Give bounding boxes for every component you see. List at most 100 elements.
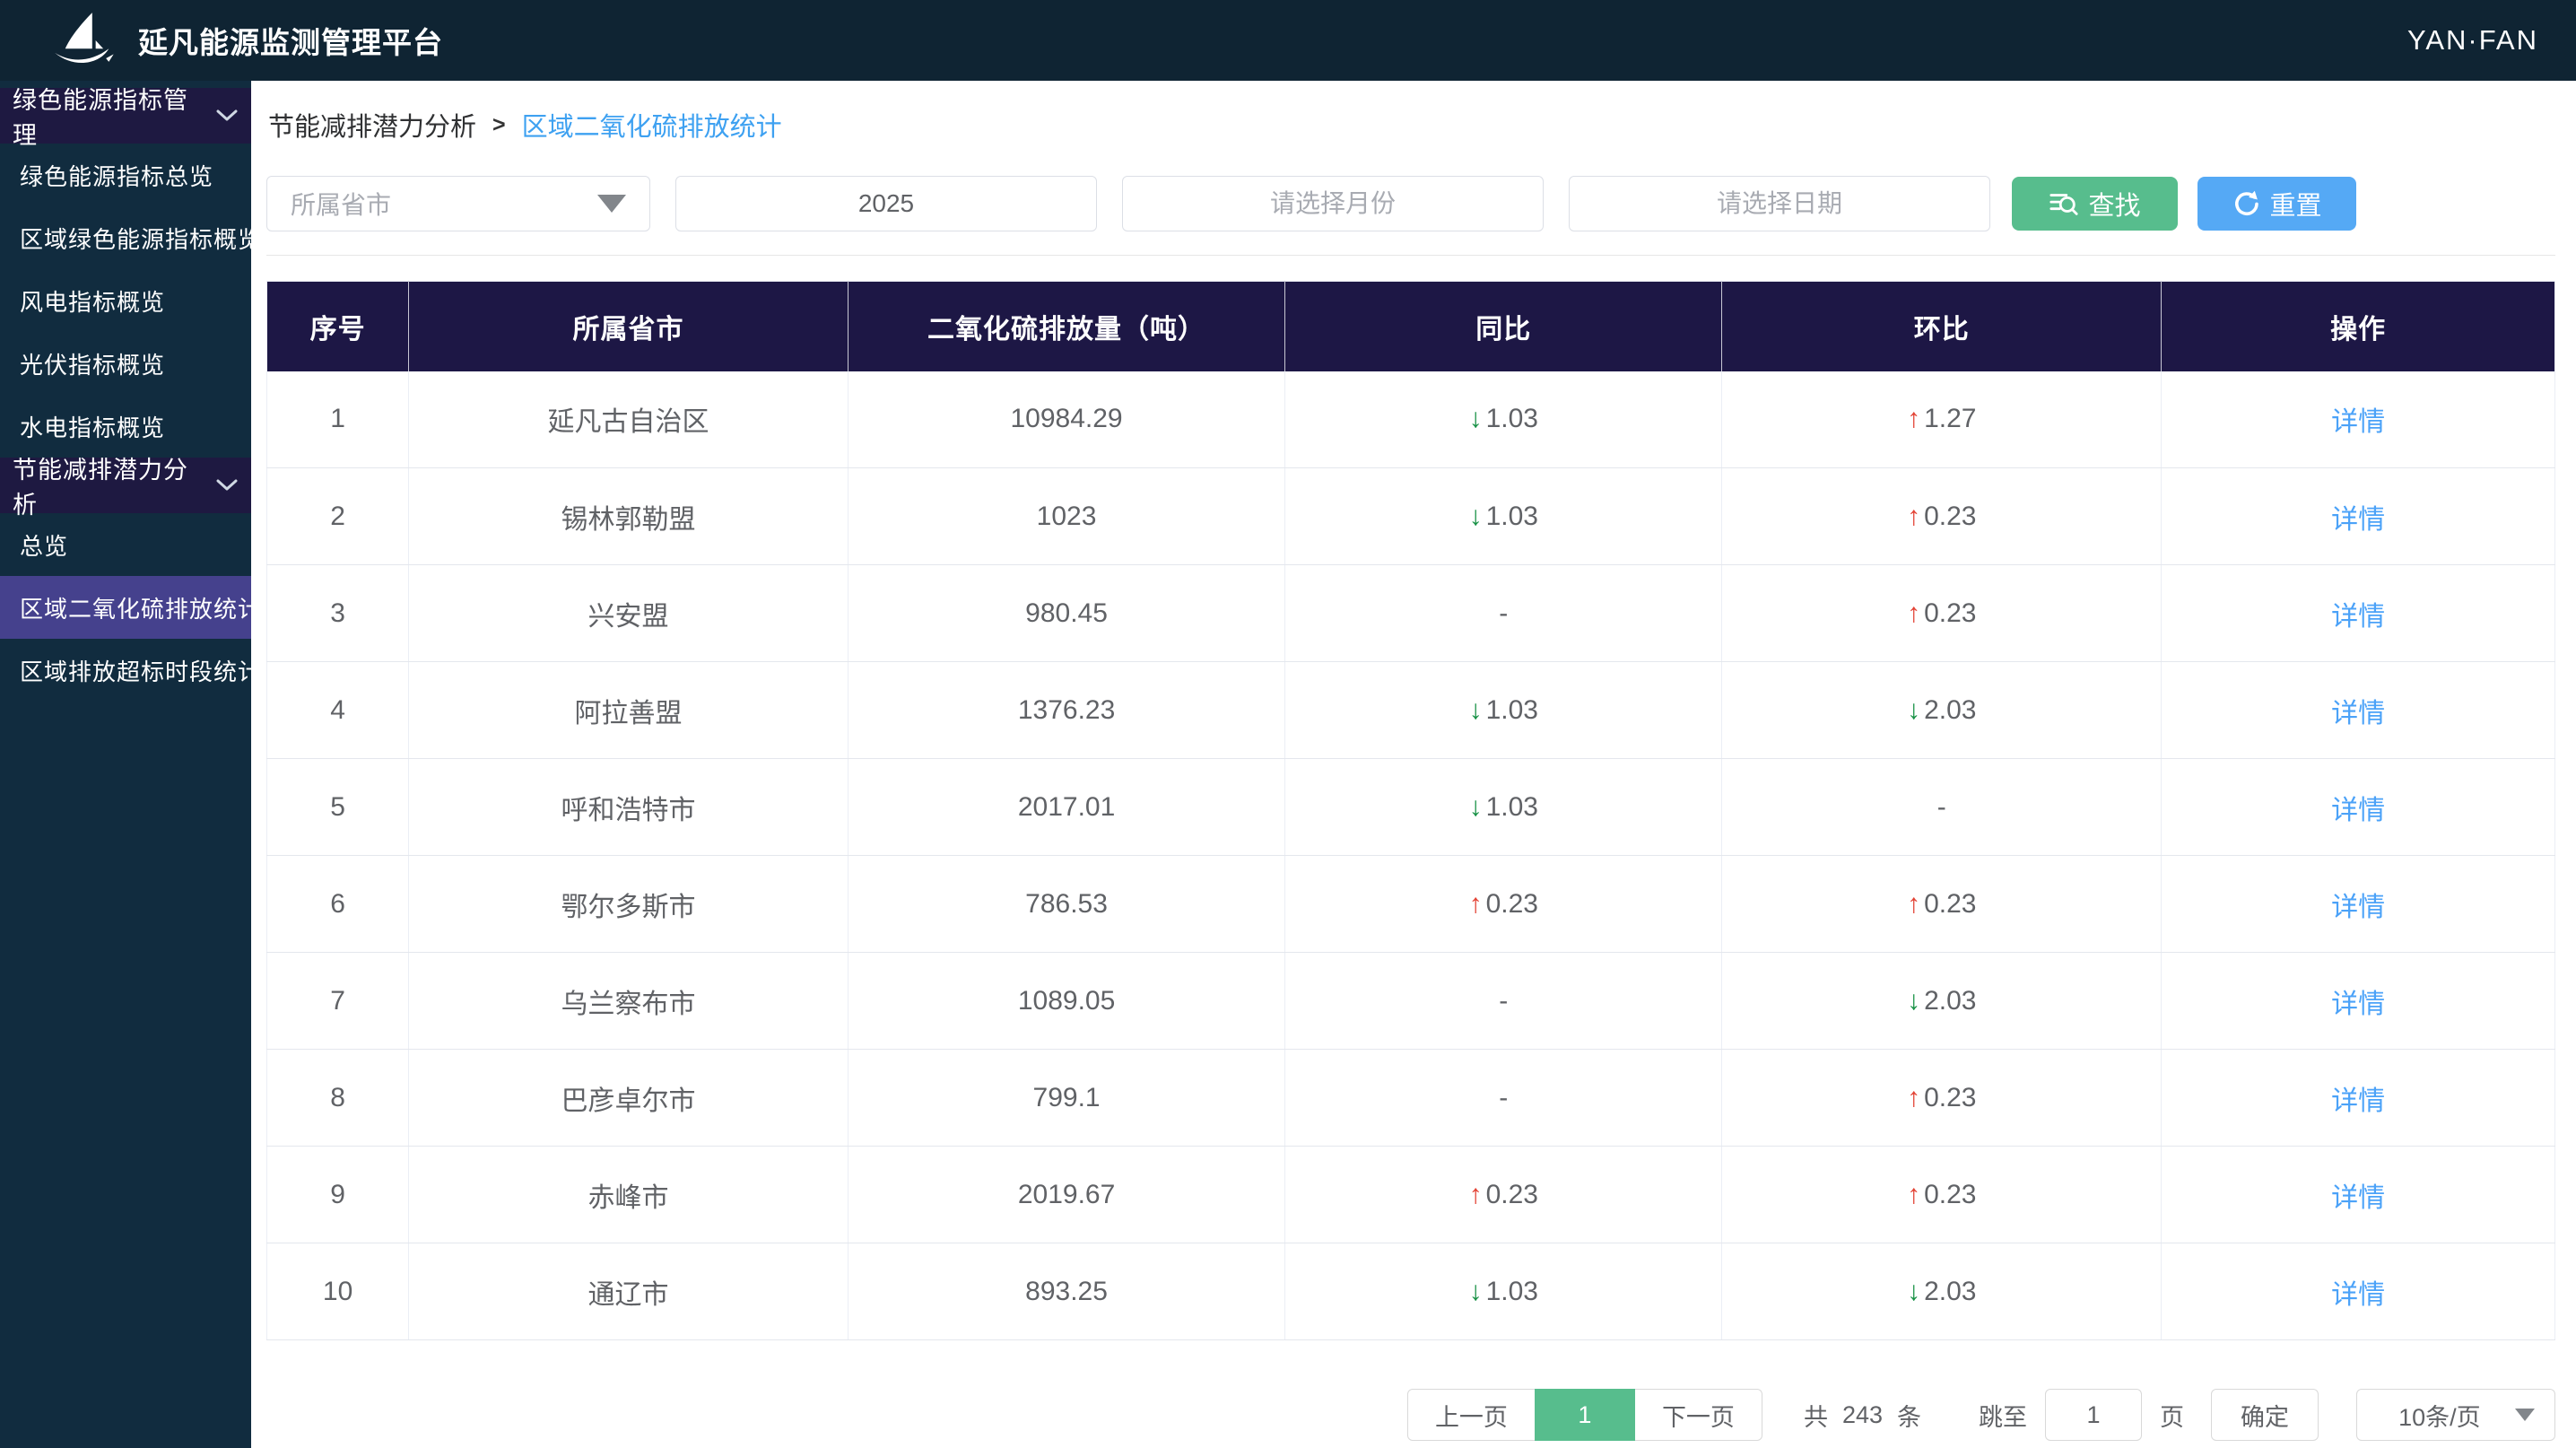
- row-yoy: ↓1.03: [1285, 371, 1722, 468]
- arrow-down-icon: ↓: [1469, 1277, 1483, 1306]
- detail-link[interactable]: 详情: [2331, 505, 2385, 535]
- detail-link[interactable]: 详情: [2331, 699, 2385, 728]
- chevron-down-icon: [215, 478, 239, 493]
- arrow-up-icon: ↑: [1907, 1180, 1920, 1209]
- column-header: 二氧化硫排放量（吨）: [848, 282, 1284, 371]
- sidebar-item[interactable]: 光伏指标概览: [0, 332, 251, 395]
- row-yoy: ↓1.03: [1285, 1243, 1722, 1340]
- arrow-down-icon: ↓: [1907, 695, 1920, 725]
- page-size-select[interactable]: 10条/页: [2356, 1389, 2555, 1441]
- row-yoy: ↑0.23: [1285, 1147, 1722, 1243]
- sidebar-item[interactable]: 区域二氧化硫排放统计: [0, 576, 251, 639]
- year-input[interactable]: [675, 176, 1097, 231]
- row-actions: 详情: [2162, 371, 2555, 468]
- arrow-down-icon: ↓: [1469, 695, 1483, 725]
- next-page-button[interactable]: 下一页: [1635, 1390, 1762, 1440]
- sidebar-item[interactable]: 绿色能源指标总览: [0, 144, 251, 206]
- breadcrumb-separator-icon: >: [492, 112, 506, 138]
- caret-down-icon: [597, 195, 626, 213]
- breadcrumb-current[interactable]: 区域二氧化硫排放统计: [522, 106, 782, 144]
- confirm-button[interactable]: 确定: [2211, 1389, 2319, 1441]
- date-input[interactable]: [1569, 176, 1990, 231]
- jump-label: 跳至: [1979, 1398, 2027, 1433]
- row-mom-value: 2.03: [1924, 695, 1976, 725]
- reset-button[interactable]: 重置: [2197, 177, 2356, 231]
- table-row: 7乌兰察布市1089.05-↓2.03详情: [267, 953, 2555, 1050]
- row-yoy: ↓1.03: [1285, 759, 1722, 856]
- row-mom: ↑0.23: [1722, 1050, 2162, 1147]
- row-index: 7: [267, 953, 409, 1050]
- row-yoy-value: 1.03: [1486, 695, 1538, 725]
- emissions-table: 序号所属省市二氧化硫排放量（吨）同比环比操作 1延凡古自治区10984.29↓1…: [266, 281, 2555, 1340]
- breadcrumb: 节能减排潜力分析 > 区域二氧化硫排放统计: [266, 106, 2555, 144]
- province-select[interactable]: 所属省市: [266, 176, 650, 231]
- pagination: 上一页 1 下一页 共 243 条 跳至 页 确定 10条/页: [266, 1389, 2555, 1441]
- prev-page-button[interactable]: 上一页: [1408, 1390, 1535, 1440]
- row-city: 巴彦卓尔市: [409, 1050, 849, 1147]
- row-index: 6: [267, 856, 409, 953]
- row-yoy: -: [1285, 1050, 1722, 1147]
- month-input[interactable]: [1122, 176, 1544, 231]
- arrow-up-icon: ↑: [1907, 598, 1920, 628]
- sidebar: 绿色能源指标管理绿色能源指标总览区域绿色能源指标概览风电指标概览光伏指标概览水电…: [0, 81, 251, 1448]
- column-header: 操作: [2162, 282, 2555, 371]
- table-row: 3兴安盟980.45-↑0.23详情: [267, 565, 2555, 662]
- sidebar-item[interactable]: 区域绿色能源指标概览: [0, 206, 251, 269]
- row-city: 延凡古自治区: [409, 371, 849, 468]
- row-mom-value: 0.23: [1924, 889, 1976, 919]
- sidebar-item[interactable]: 总览: [0, 513, 251, 576]
- detail-link[interactable]: 详情: [2331, 1280, 2385, 1310]
- arrow-up-icon: ↑: [1907, 1083, 1920, 1112]
- page-size-value: 10条/页: [2398, 1398, 2481, 1433]
- search-button[interactable]: 查找: [2012, 177, 2178, 231]
- row-city: 兴安盟: [409, 565, 849, 662]
- row-emission: 2019.67: [848, 1147, 1284, 1243]
- total-suffix-label: 条: [1897, 1398, 1921, 1433]
- row-yoy-value: 0.23: [1486, 889, 1538, 919]
- jump-page-input[interactable]: [2045, 1389, 2142, 1441]
- pager-group: 上一页 1 下一页: [1407, 1389, 1762, 1441]
- detail-link[interactable]: 详情: [2331, 1183, 2385, 1213]
- detail-link[interactable]: 详情: [2331, 602, 2385, 632]
- sidebar-section-header[interactable]: 节能减排潜力分析: [0, 458, 251, 513]
- row-mom: ↑0.23: [1722, 565, 2162, 662]
- province-select-placeholder: 所属省市: [291, 186, 391, 222]
- arrow-up-icon: ↑: [1907, 404, 1920, 433]
- row-city: 鄂尔多斯市: [409, 856, 849, 953]
- sidebar-section-label: 节能减排潜力分析: [13, 450, 201, 520]
- row-yoy-value: 1.03: [1486, 404, 1538, 433]
- sidebar-item-label: 区域二氧化硫排放统计: [20, 591, 262, 624]
- brand-text: YAN·FAN: [2407, 24, 2538, 57]
- table-row: 6鄂尔多斯市786.53↑0.23↑0.23详情: [267, 856, 2555, 953]
- detail-link[interactable]: 详情: [2331, 1086, 2385, 1116]
- arrow-down-icon: ↓: [1907, 1277, 1920, 1306]
- detail-link[interactable]: 详情: [2331, 990, 2385, 1019]
- detail-link[interactable]: 详情: [2331, 893, 2385, 922]
- row-yoy-value: 1.03: [1486, 1277, 1538, 1306]
- row-actions: 详情: [2162, 759, 2555, 856]
- arrow-up-icon: ↑: [1469, 1180, 1483, 1209]
- detail-link[interactable]: 详情: [2331, 407, 2385, 437]
- row-emission: 10984.29: [848, 371, 1284, 468]
- sailboat-logo-icon: [43, 7, 122, 74]
- row-mom-value: 2.03: [1924, 986, 1976, 1016]
- current-page-button[interactable]: 1: [1535, 1389, 1635, 1441]
- arrow-down-icon: ↓: [1469, 792, 1483, 822]
- arrow-down-icon: ↓: [1907, 986, 1920, 1016]
- row-yoy: ↑0.23: [1285, 856, 1722, 953]
- sidebar-item-label: 区域绿色能源指标概览: [20, 222, 262, 255]
- sidebar-section-header[interactable]: 绿色能源指标管理: [0, 88, 251, 144]
- row-city: 乌兰察布市: [409, 953, 849, 1050]
- sidebar-item[interactable]: 风电指标概览: [0, 269, 251, 332]
- sidebar-item-label: 水电指标概览: [20, 410, 165, 443]
- sidebar-item-label: 绿色能源指标总览: [20, 159, 213, 192]
- sidebar-item[interactable]: 水电指标概览: [0, 395, 251, 458]
- sidebar-item[interactable]: 区域排放超标时段统计: [0, 639, 251, 702]
- row-yoy-value: 1.03: [1486, 502, 1538, 531]
- breadcrumb-parent[interactable]: 节能减排潜力分析: [268, 106, 476, 144]
- row-yoy-value: -: [1499, 598, 1508, 628]
- row-yoy: ↓1.03: [1285, 662, 1722, 759]
- row-emission: 786.53: [848, 856, 1284, 953]
- detail-link[interactable]: 详情: [2331, 796, 2385, 825]
- row-yoy: -: [1285, 953, 1722, 1050]
